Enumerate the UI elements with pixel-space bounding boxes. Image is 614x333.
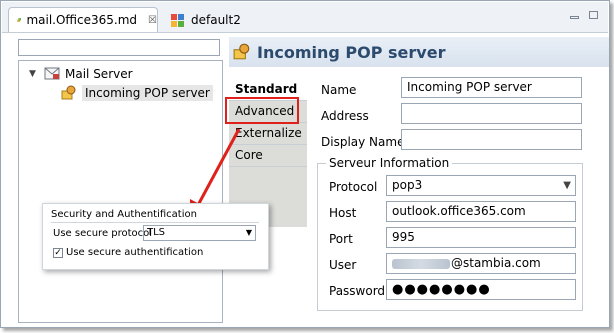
secure-auth-label: Use secure authentification xyxy=(66,247,204,258)
editor-window: mail.Office365.md ☒ default2 ▼ Mail Serv… xyxy=(0,0,610,328)
checkbox-icon[interactable]: ✓ xyxy=(53,247,63,258)
chevron-down-icon[interactable]: ▼ xyxy=(246,226,252,240)
secure-protocol-select[interactable]: TLS ▼ xyxy=(143,225,256,241)
secure-protocol-label: Use secure protocol xyxy=(53,228,153,239)
security-inset: Security and Authentification Use secure… xyxy=(42,203,269,270)
secure-auth-checkbox[interactable]: ✓ Use secure authentification xyxy=(53,247,203,258)
security-section-title: Security and Authentification xyxy=(51,209,197,220)
callout-arrow xyxy=(190,128,241,218)
secure-protocol-value: TLS xyxy=(147,227,166,238)
divider xyxy=(51,222,259,223)
